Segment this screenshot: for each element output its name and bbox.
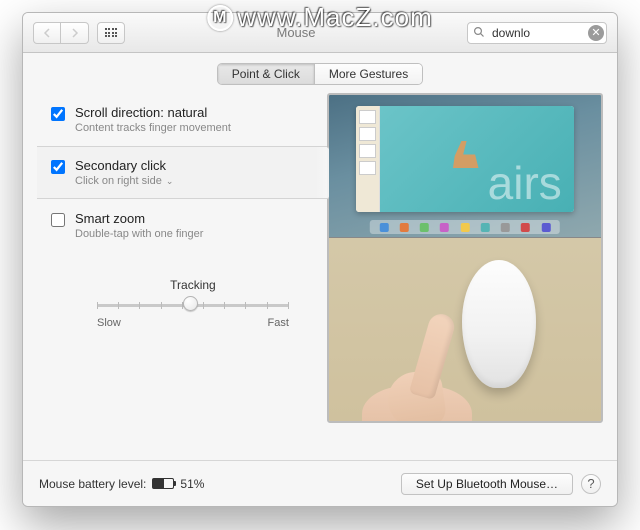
preview-video: airs xyxy=(327,93,603,423)
window-title: Mouse xyxy=(133,25,459,40)
preview-sidebar xyxy=(356,106,380,211)
tab-segment: Point & Click More Gestures xyxy=(217,63,423,85)
show-all-button[interactable] xyxy=(97,22,125,44)
close-icon: ✕ xyxy=(591,26,600,39)
back-button[interactable] xyxy=(33,22,61,44)
tabbar: Point & Click More Gestures xyxy=(23,53,617,93)
slider-thumb[interactable] xyxy=(183,296,198,311)
preview-app-window: airs xyxy=(356,106,574,211)
preview-column: airs xyxy=(327,93,603,450)
setup-bluetooth-button[interactable]: Set Up Bluetooth Mouse… xyxy=(401,473,573,495)
content: Scroll direction: natural Content tracks… xyxy=(23,93,617,460)
slider-max-label: Fast xyxy=(268,317,289,329)
titlebar: Mouse ✕ xyxy=(23,13,617,53)
checkbox-zoom[interactable] xyxy=(51,213,65,227)
option-subtitle: Content tracks finger movement xyxy=(75,122,315,134)
preview-canvas: airs xyxy=(380,106,574,211)
tracking-section: Tracking Slow Fast xyxy=(37,278,327,329)
battery-icon xyxy=(152,478,174,489)
grid-icon xyxy=(105,28,118,37)
chevron-right-icon xyxy=(71,28,79,38)
chair-graphic xyxy=(448,138,482,168)
options-column: Scroll direction: natural Content tracks… xyxy=(37,93,327,450)
forward-button[interactable] xyxy=(61,22,89,44)
battery-percent: 51% xyxy=(180,477,204,491)
option-smart-zoom[interactable]: Smart zoom Double-tap with one finger xyxy=(37,199,327,252)
slider-min-label: Slow xyxy=(97,317,121,329)
tracking-slider[interactable] xyxy=(97,294,289,316)
chevron-down-icon: ⌄ xyxy=(166,176,174,187)
option-title: Smart zoom xyxy=(75,211,315,226)
help-icon: ? xyxy=(587,476,594,491)
hand-graphic xyxy=(362,316,492,423)
checkbox-scroll[interactable] xyxy=(51,107,65,121)
search-input[interactable] xyxy=(467,22,607,44)
search-wrap: ✕ xyxy=(467,22,607,44)
battery-label: Mouse battery level: xyxy=(39,477,146,491)
battery-status: Mouse battery level: 51% xyxy=(39,477,204,491)
option-subtitle: Double-tap with one finger xyxy=(75,228,315,240)
footer: Mouse battery level: 51% Set Up Bluetoot… xyxy=(23,460,617,506)
option-secondary-click[interactable]: Secondary click Click on right side ⌄ xyxy=(37,146,327,199)
tab-point-click[interactable]: Point & Click xyxy=(218,64,315,84)
tracking-label: Tracking xyxy=(97,278,289,292)
option-subtitle[interactable]: Click on right side ⌄ xyxy=(75,175,315,187)
chevron-left-icon xyxy=(43,28,51,38)
preview-desk xyxy=(329,238,601,421)
preview-screen: airs xyxy=(329,95,601,238)
slider-labels: Slow Fast xyxy=(97,317,289,329)
nav-buttons xyxy=(33,22,89,44)
search-icon xyxy=(473,26,485,41)
checkbox-secondary[interactable] xyxy=(51,160,65,174)
preview-dock xyxy=(370,220,560,234)
preview-big-text: airs xyxy=(488,160,562,206)
option-scroll-direction[interactable]: Scroll direction: natural Content tracks… xyxy=(37,93,327,146)
help-button[interactable]: ? xyxy=(581,474,601,494)
prefs-window: Mouse ✕ Point & Click More Gestures Scro… xyxy=(22,12,618,507)
option-title: Secondary click xyxy=(75,158,315,173)
option-title: Scroll direction: natural xyxy=(75,105,315,120)
tab-more-gestures[interactable]: More Gestures xyxy=(315,64,422,84)
clear-search-button[interactable]: ✕ xyxy=(588,25,604,41)
